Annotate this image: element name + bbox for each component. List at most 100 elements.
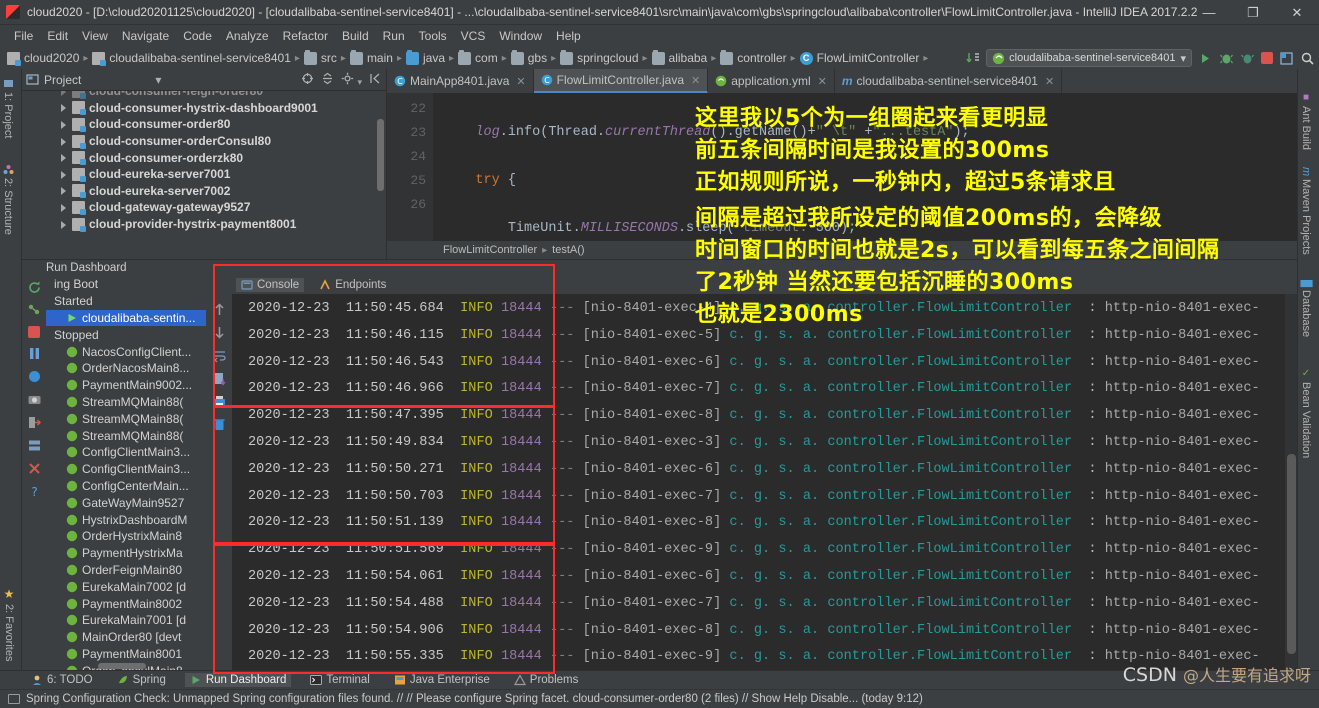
editor-source-text[interactable]: log.info(Thread.currentThread().getName(… (433, 93, 1297, 259)
breadcrumb-alibaba[interactable]: alibaba ▸ (651, 49, 721, 65)
run-dashboard-item-17[interactable]: MainOrder80 [devt (46, 629, 206, 646)
menu-item-build[interactable]: Build (335, 27, 376, 45)
chevron-right-icon[interactable] (58, 185, 69, 196)
debug-sphere-icon[interactable] (27, 369, 42, 384)
chevron-down-icon[interactable]: ▾ (1180, 52, 1186, 65)
tree-item-cloud-eureka-server7001[interactable]: cloud-eureka-server7001 (22, 166, 386, 183)
run-dashboard-item-7[interactable]: ConfigClientMain3... (46, 461, 206, 478)
tree-item-cloud-eureka-server7002[interactable]: cloud-eureka-server7002 (22, 183, 386, 200)
run-dashboard-tree-scrollbar[interactable] (98, 663, 146, 669)
chevron-right-icon[interactable] (58, 91, 69, 97)
breadcrumb-com[interactable]: com ▸ (458, 49, 511, 65)
tree-item-cloud-provider-hystrix-payment8001[interactable]: cloud-provider-hystrix-payment8001 (22, 216, 386, 233)
maximize-button[interactable]: ❐ (1231, 0, 1275, 25)
editor-tab-flowlimitcontroller[interactable]: C FlowLimitController.java ✕ (533, 69, 709, 93)
help-icon[interactable]: ? (27, 484, 42, 499)
run-dashboard-item-11[interactable]: OrderHystrixMain8 (46, 528, 206, 545)
breadcrumb-springcloud[interactable]: springcloud ▸ (560, 49, 651, 65)
menu-item-run[interactable]: Run (376, 27, 412, 45)
run-dashboard-group-stopped[interactable]: Stopped (46, 326, 206, 343)
chevron-right-icon[interactable] (58, 169, 69, 180)
run-dashboard-tree[interactable]: ing Boot Started cloudalibaba-sentin... … (46, 276, 206, 670)
breadcrumb-java[interactable]: java ▸ (405, 49, 458, 65)
editor-breadcrumb-method[interactable]: testA() (552, 244, 584, 256)
run-dashboard-group-started[interactable]: Started (46, 293, 206, 310)
bottom-tab-spring[interactable]: Spring (112, 673, 171, 687)
tree-item-cloud-consumer-hystrix-dashboard9001[interactable]: cloud-consumer-hystrix-dashboard9001 (22, 100, 386, 117)
run-dashboard-item-5[interactable]: StreamMQMain88( (46, 427, 206, 444)
editor-breadcrumb-class[interactable]: FlowLimitController (443, 244, 537, 256)
tree-item-cloud-consumer-orderzk80[interactable]: cloud-consumer-orderzk80 (22, 149, 386, 166)
bottom-tab-problems[interactable]: Problems (509, 673, 584, 687)
console-output[interactable]: 2020-12-23 11:50:45.684 INFO 18444 --- [… (232, 294, 1297, 670)
pause-icon[interactable] (27, 346, 42, 361)
layout-icon[interactable] (1279, 51, 1294, 66)
target-icon[interactable] (301, 72, 314, 88)
run-dashboard-item-13[interactable]: OrderFeignMain80 (46, 562, 206, 579)
collapse-all-icon[interactable] (321, 72, 334, 88)
search-icon[interactable] (1300, 51, 1315, 66)
menu-item-tools[interactable]: Tools (412, 27, 454, 45)
bottom-tab-todo[interactable]: 6: TODO (26, 673, 98, 687)
console-scrollbar-track[interactable] (1285, 294, 1297, 670)
editor-tab-application-yml[interactable]: application.yml ✕ (708, 69, 835, 93)
tree-item-cloud-gateway-gateway9527[interactable]: cloud-gateway-gateway9527 (22, 199, 386, 216)
console-tab-console[interactable]: Console (236, 278, 305, 292)
project-tree-scrollbar[interactable] (377, 119, 384, 191)
run-dashboard-item-1[interactable]: OrderNacosMain8... (46, 360, 206, 377)
menu-item-vcs[interactable]: VCS (454, 27, 493, 45)
chevron-right-icon[interactable] (58, 102, 69, 113)
tree-item-cloud-consumer-order80[interactable]: cloud-consumer-order80 (22, 116, 386, 133)
export-icon[interactable] (212, 371, 227, 386)
menu-item-file[interactable]: File (7, 27, 40, 45)
camera-icon[interactable] (27, 392, 42, 407)
bottom-tab-run-dashboard[interactable]: Run Dashboard (184, 673, 292, 687)
bottom-tab-terminal[interactable]: Terminal (305, 673, 374, 687)
tree-item-cloud-consumer-orderConsul80[interactable]: cloud-consumer-orderConsul80 (22, 133, 386, 150)
tool-tab-project[interactable]: 1: Project (0, 75, 17, 141)
tool-tab-maven-projects[interactable]: m Maven Projects (1297, 164, 1315, 258)
stop-icon[interactable] (28, 326, 40, 338)
trash-icon[interactable] (212, 417, 227, 432)
close-button[interactable]: ✕ (1275, 0, 1319, 25)
run-dashboard-item-4[interactable]: StreamMQMain88( (46, 410, 206, 427)
bottom-tab-java-enterprise[interactable]: Java Enterprise (389, 673, 495, 687)
updown-sort-icon[interactable] (965, 51, 980, 66)
menu-item-refactor[interactable]: Refactor (276, 27, 335, 45)
breadcrumb-src[interactable]: src ▸ (303, 49, 350, 65)
menu-item-window[interactable]: Window (492, 27, 549, 45)
console-scrollbar-thumb[interactable] (1287, 454, 1296, 654)
breadcrumb-cloudalibaba-sentinel-service8401[interactable]: cloudalibaba-sentinel-service8401 ▸ (92, 51, 303, 66)
tool-tab-bean-validation[interactable]: ✓ Bean Validation (1297, 365, 1315, 461)
scroll-up-icon[interactable] (212, 302, 227, 317)
chevron-down-icon[interactable]: ▾ (155, 73, 161, 87)
minimize-button[interactable]: — (1187, 0, 1231, 25)
close-icon[interactable]: ✕ (1045, 75, 1054, 88)
code-editor[interactable]: 22 23 24 25 26 log.info(Thread.currentTh… (387, 93, 1297, 259)
scroll-down-icon[interactable] (212, 325, 227, 340)
run-dashboard-item-15[interactable]: PaymentMain8002 (46, 595, 206, 612)
editor-tab-mainapp8401[interactable]: C MainApp8401.java ✕ (387, 69, 534, 93)
run-dashboard-group-spring-boot[interactable]: ing Boot (46, 276, 206, 293)
chevron-right-icon[interactable] (58, 152, 69, 163)
gear-icon[interactable]: ▾ (341, 72, 362, 88)
menu-item-code[interactable]: Code (176, 27, 219, 45)
chevron-right-icon[interactable] (58, 202, 69, 213)
menu-item-edit[interactable]: Edit (40, 27, 75, 45)
run-dashboard-item-6[interactable]: ConfigClientMain3... (46, 444, 206, 461)
run-icon[interactable] (1198, 51, 1213, 66)
breadcrumb-controller[interactable]: controller ▸ (720, 49, 799, 65)
run-dashboard-item-0[interactable]: NacosConfigClient... (46, 343, 206, 360)
filter-configurations-icon[interactable] (27, 303, 42, 318)
breadcrumb-flowlimitcontroller[interactable]: C FlowLimitController ▸ (799, 51, 933, 65)
stop-icon[interactable] (1261, 52, 1273, 64)
chevron-right-icon[interactable] (58, 119, 69, 130)
tool-tab-database[interactable]: █ Database (1297, 277, 1315, 340)
exit-icon[interactable] (27, 415, 42, 430)
run-dashboard-item-3[interactable]: StreamMQMain88( (46, 394, 206, 411)
layout-rows-icon[interactable] (27, 438, 42, 453)
close-icon[interactable]: ✕ (818, 75, 827, 88)
tool-tab-ant-build[interactable]: ■ Ant Build (1297, 89, 1315, 153)
menu-item-help[interactable]: Help (549, 27, 588, 45)
soft-wrap-icon[interactable] (212, 348, 227, 363)
